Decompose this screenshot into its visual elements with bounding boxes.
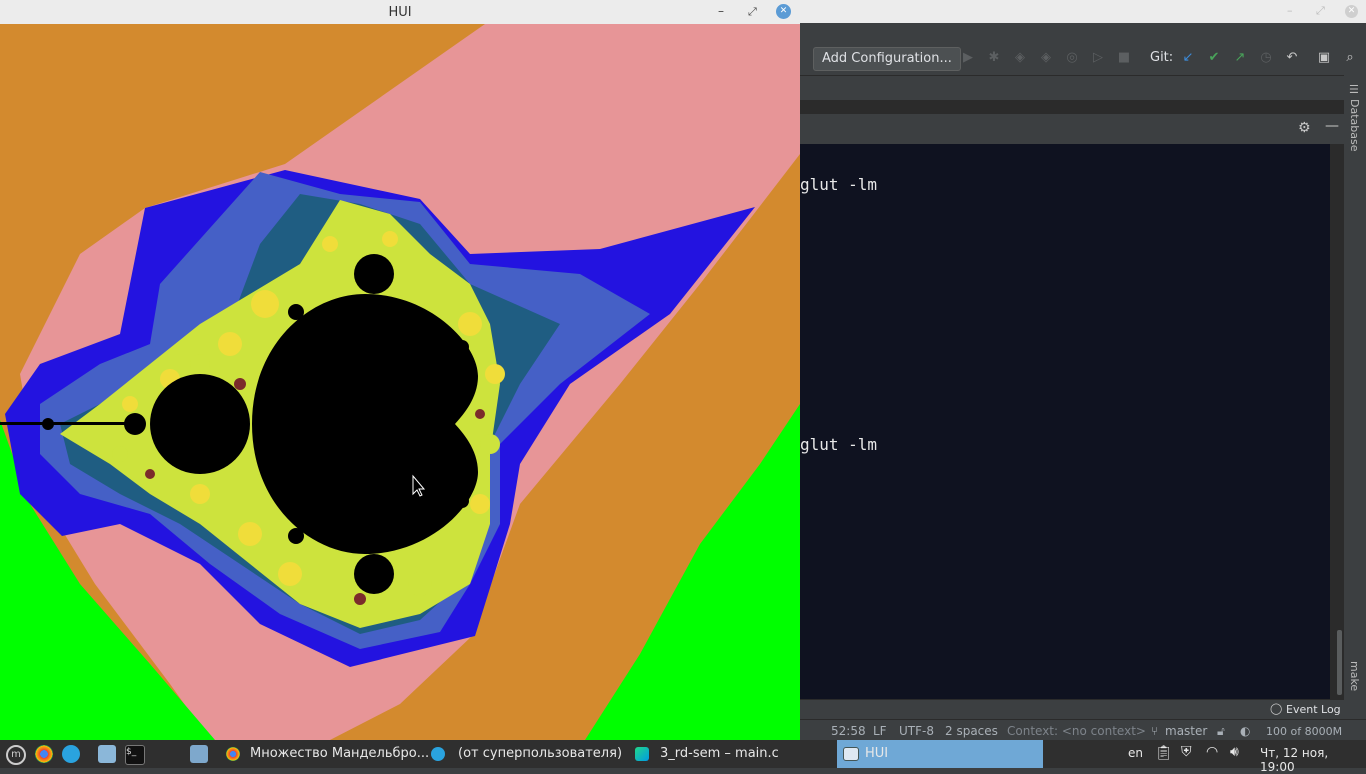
database-tool-tab[interactable]: Database	[1348, 99, 1361, 152]
resume-icon[interactable]: ▷	[1090, 50, 1106, 66]
event-log-icon[interactable]: ◯	[1270, 702, 1282, 715]
task-label: Множество Мандельбро...	[250, 746, 430, 761]
git-push-icon[interactable]: ↗	[1232, 50, 1248, 66]
line-separator[interactable]: LF	[873, 724, 887, 738]
right-tool-strip: ☰ Database make	[1344, 75, 1366, 725]
event-log-button[interactable]: Event Log	[1286, 703, 1341, 716]
attach-icon[interactable]: ◎	[1064, 50, 1080, 66]
add-configuration-button[interactable]: Add Configuration...	[813, 47, 961, 71]
settings-gear-icon[interactable]: ⚙	[1298, 120, 1311, 136]
chrome-launcher-icon[interactable]	[35, 745, 53, 763]
show-desktop-icon[interactable]	[190, 745, 208, 763]
history-icon[interactable]: ◷	[1258, 50, 1274, 66]
git-label: Git:	[1150, 50, 1174, 65]
ide-maximize-icon[interactable]: ⤢	[1316, 5, 1325, 17]
hide-panel-icon[interactable]: —	[1325, 118, 1339, 134]
stop-icon[interactable]: ■	[1116, 50, 1132, 66]
files-launcher-icon[interactable]	[98, 745, 116, 763]
lock-icon[interactable]: 🔓︎	[1217, 724, 1225, 739]
task-chrome[interactable]: Множество Мандельбро...	[220, 740, 430, 768]
git-commit-icon[interactable]: ✔	[1206, 50, 1222, 66]
search-icon[interactable]: ⌕	[1342, 50, 1358, 66]
hui-window-title: HUI	[388, 5, 412, 20]
task-telegram[interactable]: (от суперпользователя)	[428, 740, 628, 768]
clipboard-icon[interactable]: 📋︎	[1155, 745, 1173, 761]
terminal-line: glut -lm	[800, 175, 878, 194]
indent-setting[interactable]: 2 spaces	[945, 724, 998, 738]
inspector-icon[interactable]: ◐	[1240, 724, 1250, 738]
profile-icon[interactable]: ◈	[1038, 50, 1054, 66]
mint-menu-icon[interactable]: m	[6, 745, 26, 765]
task-hui-active[interactable]: HUI	[837, 740, 1043, 768]
shield-icon[interactable]: ⛨	[1181, 744, 1192, 760]
window-icon	[843, 747, 859, 761]
rollback-icon[interactable]: ↶	[1284, 50, 1300, 66]
task-label: (от суперпользователя)	[458, 746, 623, 761]
terminal-launcher-icon[interactable]: $_	[125, 745, 145, 765]
git-branch[interactable]: master	[1165, 724, 1207, 738]
terminal-scroll-thumb[interactable]	[1337, 630, 1342, 695]
make-tool-tab[interactable]: make	[1348, 661, 1361, 691]
layout-icon[interactable]: ▣	[1316, 50, 1332, 66]
taskbar: m $_ Множество Мандельбро... (от суперпо…	[0, 740, 1366, 774]
terminal-line: glut -lm	[800, 435, 878, 454]
chrome-icon	[226, 747, 240, 761]
wifi-icon[interactable]: ◠	[1206, 744, 1218, 760]
ide-minimize-icon[interactable]: –	[1287, 5, 1293, 17]
caret-position[interactable]: 52:58	[831, 724, 866, 738]
terminal-scrollbar[interactable]	[1330, 144, 1344, 699]
maximize-icon[interactable]: ⤢	[748, 5, 757, 19]
task-label: HUI	[865, 746, 889, 761]
keyboard-layout[interactable]: en	[1128, 746, 1143, 760]
coverage-icon[interactable]: ◈	[1012, 50, 1028, 66]
mandelbrot-canvas[interactable]	[0, 24, 800, 740]
close-icon[interactable]: ✕	[776, 4, 791, 19]
memory-indicator[interactable]: 100 of 8000M	[1266, 725, 1342, 738]
clock[interactable]: Чт, 12 ноя, 19:00	[1260, 746, 1366, 774]
database-icon[interactable]: ☰	[1349, 83, 1359, 96]
hui-window: HUI – ⤢ ✕	[0, 0, 800, 740]
minimize-icon[interactable]: –	[718, 4, 724, 18]
clion-icon	[635, 747, 649, 761]
git-branch-icon: ⑂	[1151, 724, 1159, 738]
ide-close-icon[interactable]: ✕	[1345, 5, 1358, 18]
task-label: 3_rd-sem – main.c	[660, 746, 779, 761]
volume-icon[interactable]: 🔊︎	[1230, 744, 1239, 760]
file-encoding[interactable]: UTF-8	[899, 724, 934, 738]
run-icon[interactable]: ▶	[960, 50, 976, 66]
task-clion[interactable]: 3_rd-sem – main.c	[632, 740, 832, 768]
telegram-launcher-icon[interactable]	[62, 745, 80, 763]
hui-titlebar[interactable]: HUI – ⤢ ✕	[0, 0, 800, 24]
context-indicator[interactable]: Context: <no context>	[1007, 724, 1146, 738]
debug-icon[interactable]: ✱	[986, 50, 1002, 66]
git-update-icon[interactable]: ↙	[1180, 50, 1196, 66]
telegram-icon	[431, 747, 445, 761]
